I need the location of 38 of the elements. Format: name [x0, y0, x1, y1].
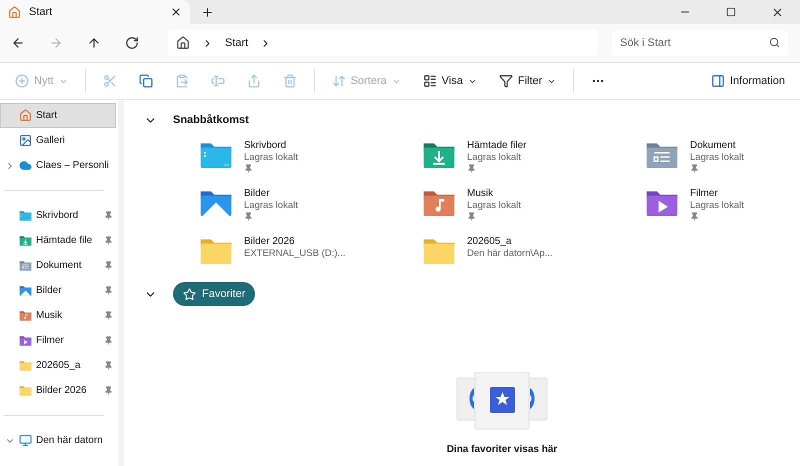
- folder-name[interactable]: Filmer: [690, 188, 744, 199]
- folder-location: Lagras lokalt: [690, 200, 744, 211]
- breadcrumb-item[interactable]: Start: [225, 37, 248, 49]
- window-tab[interactable]: Start: [0, 0, 190, 24]
- folder-location: Lagras lokalt: [467, 200, 521, 211]
- section-title: Snabbåtkomst: [173, 114, 249, 126]
- sidebar-item[interactable]: Bilder: [0, 278, 116, 303]
- folder-location: Lagras lokalt: [244, 200, 298, 211]
- filter-menu-button[interactable]: Filter: [490, 67, 566, 95]
- list-menu-button[interactable]: Visa: [414, 67, 486, 95]
- address-bar[interactable]: Start: [168, 30, 598, 56]
- sidebar-item[interactable]: Claes – Personli: [0, 153, 116, 178]
- sidebar-item[interactable]: Musik: [0, 303, 116, 328]
- sidebar-item[interactable]: Dokument: [0, 253, 116, 278]
- folder-name[interactable]: Bilder 2026: [244, 236, 346, 247]
- folder-location: EXTERNAL_USB (D:)...: [244, 248, 346, 259]
- folder-location: Lagras lokalt: [690, 152, 744, 163]
- sidebar-item[interactable]: Filmer: [0, 328, 116, 353]
- sidebar-item[interactable]: Galleri: [0, 128, 116, 153]
- empty-message: Dina favoriter visas här: [446, 444, 558, 456]
- folder-location: Lagras lokalt: [244, 152, 298, 163]
- folder-name[interactable]: Musik: [467, 188, 521, 199]
- details-pane-button[interactable]: Information: [702, 67, 794, 95]
- favorites-section-button[interactable]: Favoriter: [173, 282, 256, 306]
- sidebar-item[interactable]: Skrivbord: [0, 203, 116, 228]
- sidebar-item[interactable]: Bilder 2026: [0, 378, 116, 403]
- folder-name[interactable]: Dokument: [690, 140, 744, 151]
- folder-name[interactable]: 202605_a: [467, 236, 553, 247]
- folder-location: Lagras lokalt: [467, 152, 522, 163]
- sidebar-item[interactable]: Hämtade file: [0, 228, 116, 253]
- folder-name[interactable]: Bilder: [244, 188, 298, 199]
- folder-name[interactable]: Skrivbord: [244, 140, 298, 151]
- sidebar-item[interactable]: Den här datorn: [0, 428, 116, 453]
- folder-name[interactable]: Hämtade filer: [467, 140, 526, 151]
- folder-location: Den här datorn\Ap...: [467, 248, 553, 259]
- search-field[interactable]: Sök i Start: [612, 30, 788, 56]
- sidebar-item[interactable]: Start: [0, 103, 116, 128]
- sidebar-item[interactable]: 202605_a: [0, 353, 116, 378]
